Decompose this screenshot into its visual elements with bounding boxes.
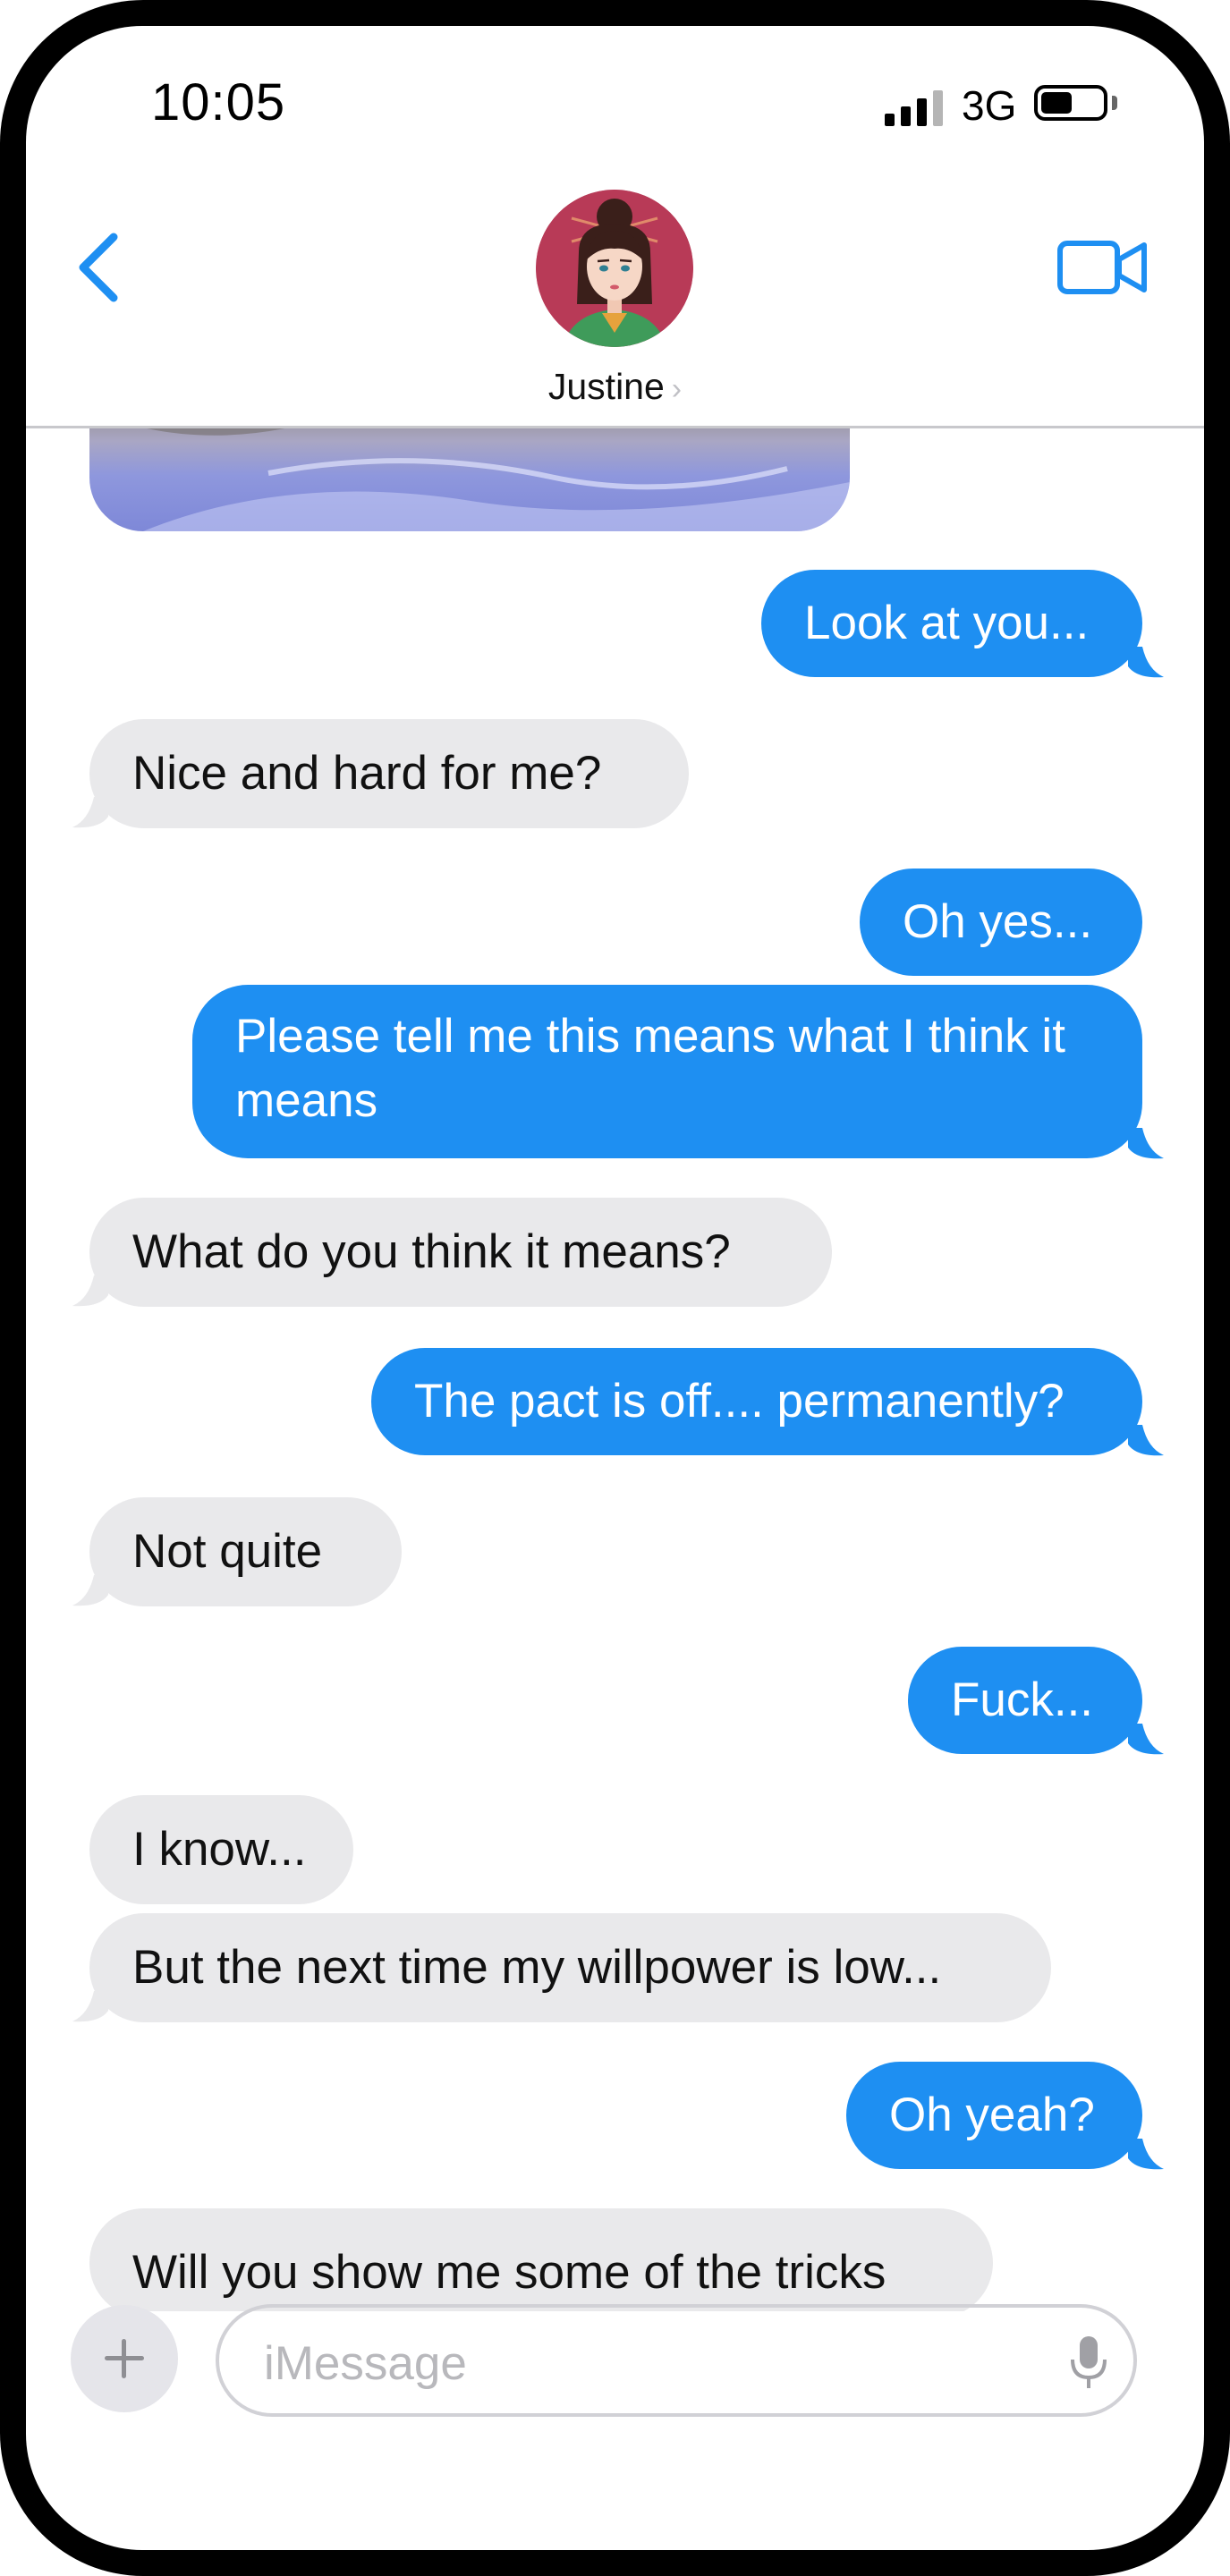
- message-incoming[interactable]: Nice and hard for me?: [89, 719, 689, 828]
- bubble-tail: [72, 1575, 108, 1606]
- battery-cap: [1112, 96, 1117, 110]
- message-incoming[interactable]: I know...: [89, 1795, 353, 1904]
- message-incoming[interactable]: But the next time my willpower is low...: [89, 1913, 1051, 2022]
- microphone-icon[interactable]: [1069, 2334, 1108, 2392]
- bubble-tail: [1128, 1128, 1164, 1159]
- message-outgoing[interactable]: Fuck...: [908, 1647, 1142, 1754]
- message-text: Look at you...: [804, 597, 1090, 649]
- phone-screen: 10:05 3G Justine › Look at you... Nice a…: [26, 26, 1204, 2550]
- back-button[interactable]: [62, 214, 133, 321]
- phone-frame: 10:05 3G Justine › Look at you... Nice a…: [0, 0, 1230, 2576]
- message-text: The pact is off.... permanently?: [414, 1375, 1065, 1428]
- avatar[interactable]: [536, 190, 693, 347]
- bubble-tail: [72, 1275, 108, 1307]
- signal-strength-icon: [885, 87, 943, 126]
- bubble-tail: [1128, 647, 1164, 678]
- message-text: Oh yeah?: [889, 2089, 1095, 2141]
- bubble-tail: [1128, 2139, 1164, 2170]
- chevron-left-icon: [79, 233, 118, 302]
- message-text: I know...: [132, 1823, 307, 1876]
- message-text: Please tell me this means what I think i…: [235, 1010, 1065, 1127]
- message-incoming[interactable]: Not quite: [89, 1497, 402, 1606]
- message-outgoing[interactable]: Oh yeah?: [846, 2062, 1142, 2169]
- message-outgoing[interactable]: The pact is off.... permanently?: [371, 1348, 1142, 1455]
- message-thread[interactable]: Look at you... Nice and hard for me? Oh …: [26, 428, 1204, 2311]
- message-text: Oh yes...: [903, 895, 1093, 948]
- bubble-tail: [72, 797, 108, 828]
- bubble-tail: [1128, 1724, 1164, 1755]
- message-incoming[interactable]: Will you show me some of the tricks: [89, 2208, 993, 2311]
- contact-name[interactable]: Justine ›: [26, 366, 1204, 408]
- network-type: 3G: [962, 82, 1017, 129]
- status-time: 10:05: [151, 73, 286, 131]
- message-incoming[interactable]: What do you think it means?: [89, 1198, 832, 1307]
- message-outgoing[interactable]: Please tell me this means what I think i…: [192, 985, 1142, 1158]
- message-outgoing[interactable]: Look at you...: [761, 570, 1142, 677]
- message-text: Fuck...: [951, 1674, 1094, 1726]
- message-outgoing[interactable]: Oh yes...: [860, 869, 1142, 976]
- bubble-tail: [72, 1991, 108, 2022]
- bubble-tail: [1128, 1425, 1164, 1456]
- battery-icon: [1034, 85, 1107, 121]
- message-text: Will you show me some of the tricks: [132, 2246, 886, 2299]
- message-text: Nice and hard for me?: [132, 747, 602, 800]
- video-call-button[interactable]: [1055, 227, 1153, 308]
- chevron-right-icon: ›: [671, 372, 683, 406]
- message-text: But the next time my willpower is low...: [132, 1941, 942, 1994]
- message-text: What do you think it means?: [132, 1225, 731, 1278]
- message-text: Not quite: [132, 1525, 323, 1578]
- add-attachment-button[interactable]: [71, 2305, 178, 2412]
- message-input-placeholder: iMessage: [264, 2337, 467, 2390]
- message-input[interactable]: iMessage: [216, 2304, 1137, 2417]
- video-camera-icon: [1057, 241, 1147, 294]
- contact-name-label: Justine: [547, 366, 665, 407]
- photo-attachment[interactable]: [89, 428, 850, 531]
